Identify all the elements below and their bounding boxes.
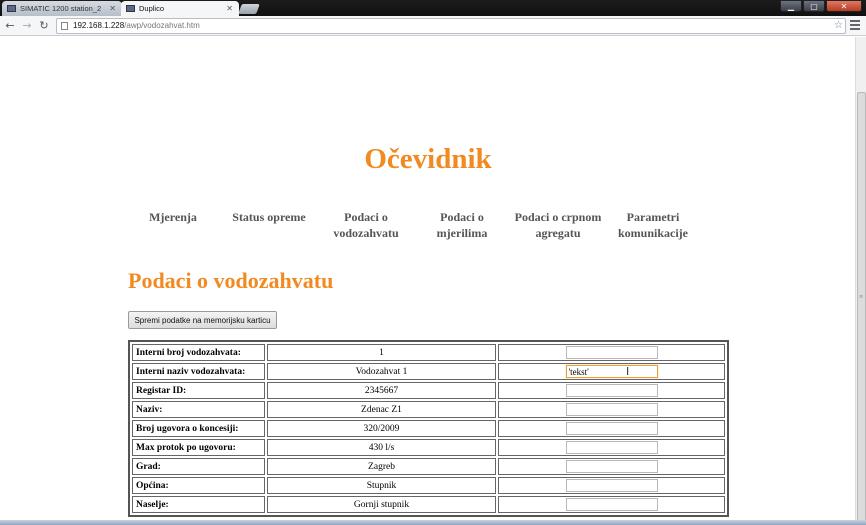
row-value: Gornji stupnik bbox=[267, 496, 496, 513]
taskbar-edge bbox=[0, 520, 866, 525]
row-input-field[interactable] bbox=[565, 422, 658, 435]
browser-toolbar: ← → ↻ 192.168.1.228/awp/vodozahvat.htm ☆ bbox=[0, 16, 866, 36]
window-controls: ▁ ▢ ✕ bbox=[780, 0, 862, 13]
row-value: 2345667 bbox=[267, 382, 496, 399]
new-tab-button[interactable] bbox=[238, 4, 260, 14]
row-label: Interni broj vodozahvata: bbox=[132, 344, 265, 361]
nav-podaci-o-vodozahvatu[interactable]: Podaci o vodozahvatu bbox=[325, 209, 407, 241]
row-input-cell bbox=[498, 458, 725, 475]
row-input-cell bbox=[498, 401, 725, 418]
nav-mjerenja[interactable]: Mjerenja bbox=[141, 209, 205, 225]
text-cursor-icon: I bbox=[626, 365, 630, 378]
row-label: Naziv: bbox=[132, 401, 265, 418]
page-favicon-icon bbox=[126, 5, 135, 12]
save-to-memory-card-button[interactable]: Spremi podatke na memorijsku karticu bbox=[128, 311, 277, 329]
close-icon[interactable]: ✕ bbox=[109, 4, 116, 13]
row-input-cell bbox=[498, 496, 725, 513]
window-close-icon[interactable]: ✕ bbox=[826, 0, 862, 12]
tab-duplico[interactable]: Duplico ✕ bbox=[121, 1, 239, 16]
page-title: Očevidnik bbox=[364, 143, 492, 175]
row-input-field[interactable] bbox=[565, 384, 658, 397]
back-arrow-icon[interactable]: ← bbox=[3, 19, 17, 33]
row-label: Općina: bbox=[132, 477, 265, 494]
table-row: Interni naziv vodozahvata: Vodozahvat 1 bbox=[132, 363, 725, 380]
row-input-cell bbox=[498, 382, 725, 399]
address-bar[interactable]: 192.168.1.228/awp/vodozahvat.htm ☆ bbox=[56, 18, 846, 34]
row-label: Interni naziv vodozahvata: bbox=[132, 363, 265, 380]
row-input-field[interactable] bbox=[565, 403, 658, 416]
row-input-field[interactable] bbox=[565, 498, 658, 511]
close-icon[interactable]: ✕ bbox=[226, 4, 233, 13]
row-label: Broj ugovora o koncesiji: bbox=[132, 420, 265, 437]
vodozahvat-data-table: Interni broj vodozahvata: 1 Interni nazi… bbox=[128, 340, 729, 517]
maximize-icon[interactable]: ▢ bbox=[803, 0, 825, 12]
tab-simatic[interactable]: SIMATIC 1200 station_2 ✕ bbox=[2, 1, 122, 16]
reload-icon[interactable]: ↻ bbox=[37, 19, 51, 33]
page-favicon-icon bbox=[7, 5, 16, 12]
grip-icon: ≡ bbox=[859, 294, 864, 300]
row-input-field[interactable] bbox=[565, 441, 658, 454]
nav-parametri-komunikacije[interactable]: Parametri komunikacije bbox=[608, 209, 698, 241]
table-row: Registar ID: 2345667 bbox=[132, 382, 725, 399]
table-row: Max protok po ugovoru: 430 l/s bbox=[132, 439, 725, 456]
url-host: 192.168.1.228 bbox=[73, 21, 125, 30]
table-row: Općina: Stupnik bbox=[132, 477, 725, 494]
forward-arrow-icon[interactable]: → bbox=[20, 19, 34, 33]
row-input-field[interactable] bbox=[565, 365, 658, 378]
tab-label: Duplico bbox=[139, 4, 165, 13]
row-input-cell bbox=[498, 363, 725, 380]
section-title: Podaci o vodozahvatu bbox=[128, 268, 334, 293]
row-value: Zdenac Z1 bbox=[267, 401, 496, 418]
scrollbar-thumb[interactable] bbox=[857, 92, 866, 522]
nav-status-opreme[interactable]: Status opreme bbox=[227, 209, 311, 225]
browser-titlebar: SIMATIC 1200 station_2 ✕ Duplico ✕ ▁ ▢ ✕ bbox=[0, 0, 866, 16]
nav-podaci-o-mjerilima[interactable]: Podaci o mjerilima bbox=[421, 209, 503, 241]
row-value: 430 l/s bbox=[267, 439, 496, 456]
row-value: Stupnik bbox=[267, 477, 496, 494]
row-input-field[interactable] bbox=[565, 346, 658, 359]
row-input-cell bbox=[498, 439, 725, 456]
table-row: Naziv: Zdenac Z1 bbox=[132, 401, 725, 418]
table-row: Broj ugovora o koncesiji: 320/2009 bbox=[132, 420, 725, 437]
page-scrollbar[interactable]: ≡ bbox=[855, 37, 866, 525]
row-value: 320/2009 bbox=[267, 420, 496, 437]
row-label: Naselje: bbox=[132, 496, 265, 513]
row-value: Zagreb bbox=[267, 458, 496, 475]
page-icon bbox=[61, 22, 68, 30]
star-icon[interactable]: ☆ bbox=[834, 19, 843, 33]
table-row: Interni broj vodozahvata: 1 bbox=[132, 344, 725, 361]
row-value: Vodozahvat 1 bbox=[267, 363, 496, 380]
row-label: Registar ID: bbox=[132, 382, 265, 399]
tab-label: SIMATIC 1200 station_2 bbox=[20, 4, 102, 13]
nav-podaci-o-crpnom-agregatu[interactable]: Podaci o crpnom agregatu bbox=[510, 209, 606, 241]
row-input-cell bbox=[498, 344, 725, 361]
menu-icon[interactable] bbox=[850, 20, 860, 32]
row-input-cell bbox=[498, 477, 725, 494]
table-row: Grad: Zagreb bbox=[132, 458, 725, 475]
row-input-field[interactable] bbox=[565, 479, 658, 492]
table-row: Naselje: Gornji stupnik bbox=[132, 496, 725, 513]
row-value: 1 bbox=[267, 344, 496, 361]
url-path: /awp/vodozahvat.htm bbox=[124, 21, 200, 30]
row-label: Max protok po ugovoru: bbox=[132, 439, 265, 456]
row-label: Grad: bbox=[132, 458, 265, 475]
row-input-cell bbox=[498, 420, 725, 437]
minimize-icon[interactable]: ▁ bbox=[780, 0, 802, 12]
row-input-field[interactable] bbox=[565, 460, 658, 473]
